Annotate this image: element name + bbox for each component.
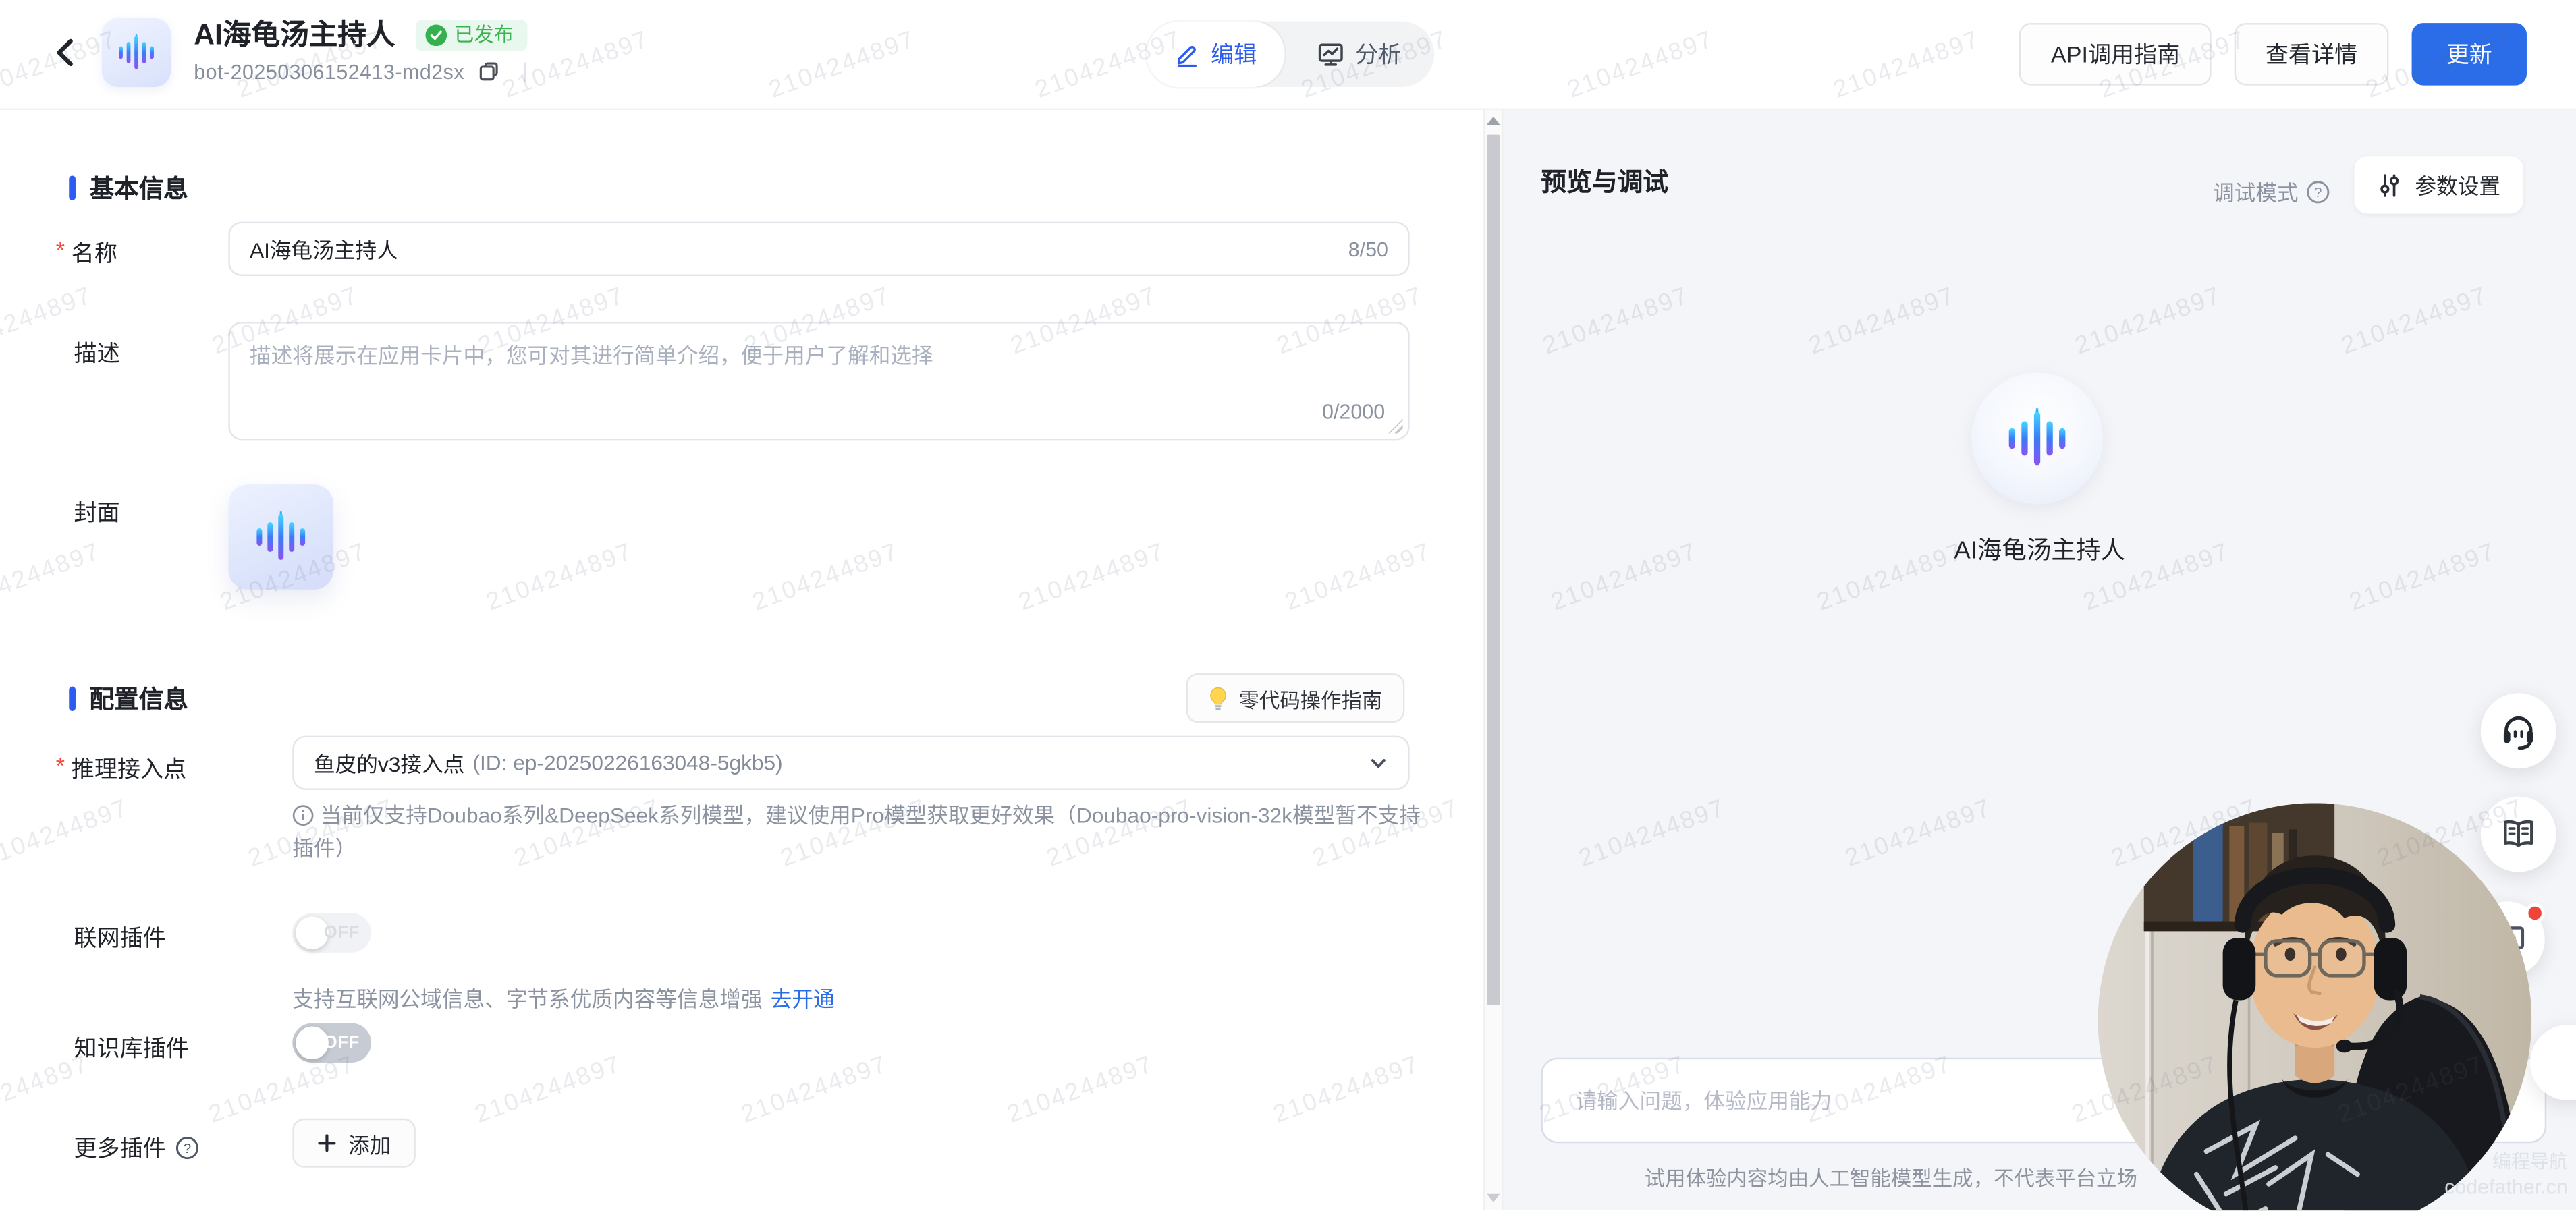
web-plugin-toggle[interactable]: OFF: [292, 913, 371, 952]
section-config-title: 配置信息: [90, 681, 188, 716]
required-asterisk: *: [56, 237, 65, 263]
kb-plugin-toggle[interactable]: OFF: [292, 1023, 371, 1063]
sliders-icon: [2377, 171, 2402, 198]
plus-icon: [317, 1133, 337, 1153]
header: AI海龟汤主持人 已发布 bot-20250306152413-md2sx: [0, 0, 2576, 110]
name-input[interactable]: [250, 237, 1348, 262]
bot-id: bot-20250306152413-md2sx: [194, 60, 464, 83]
divider: [524, 61, 525, 81]
name-label: * 名称: [56, 237, 117, 270]
debug-mode: 调试模式 ?: [2213, 175, 2330, 206]
activate-link[interactable]: 去开通: [771, 987, 835, 1012]
endpoint-select[interactable]: 鱼皮的v3接入点 (ID: ep-20250226163048-5gkb5): [292, 736, 1409, 790]
question-circle-icon[interactable]: ?: [2307, 180, 2330, 203]
waveform-icon: [2002, 404, 2071, 473]
notification-dot: [2525, 903, 2545, 923]
name-counter: 8/50: [1348, 237, 1388, 260]
toggle-state: OFF: [324, 913, 360, 952]
app-avatar: [102, 18, 171, 87]
status-badge: 已发布: [415, 19, 527, 50]
nocode-guide-button[interactable]: 零代码操作指南: [1186, 673, 1404, 723]
title-block: AI海龟汤主持人 已发布 bot-20250306152413-md2sx: [194, 15, 526, 84]
web-plugin-hint: 支持互联网公域信息、字节系优质内容等信息增强去开通: [292, 982, 834, 1013]
view-details-button[interactable]: 查看详情: [2235, 23, 2389, 86]
scrollbar[interactable]: [1483, 109, 1503, 1211]
book-icon: [2499, 814, 2538, 853]
status-badge-label: 已发布: [454, 24, 514, 45]
add-plugin-label: 添加: [348, 1127, 391, 1158]
tab-edit[interactable]: 编辑: [1147, 22, 1284, 87]
description-field: 0/2000: [228, 322, 1409, 440]
svg-text:?: ?: [2314, 184, 2322, 200]
more-plugins-label: 更多插件 ?: [74, 1131, 199, 1164]
toggle-state: OFF: [324, 1023, 360, 1063]
headset-icon: [2499, 711, 2538, 750]
section-basic-info-title: 基本信息: [90, 171, 188, 205]
tab-analysis[interactable]: 分析: [1285, 22, 1435, 87]
cover-label: 封面: [74, 496, 120, 529]
info-icon: [292, 803, 320, 828]
api-guide-button[interactable]: API调用指南: [2020, 23, 2212, 86]
add-plugin-button[interactable]: 添加: [292, 1119, 416, 1168]
endpoint-id: (ID: ep-20250226163048-5gkb5): [472, 750, 782, 775]
name-field: 8/50: [228, 222, 1409, 276]
copy-icon: [478, 61, 499, 82]
nocode-guide-label: 零代码操作指南: [1238, 682, 1382, 713]
cover-image[interactable]: [228, 484, 333, 590]
web-plugin-label: 联网插件: [74, 922, 166, 955]
copy-bot-id-button[interactable]: [476, 59, 501, 84]
lightbulb-icon: [1207, 685, 1229, 710]
params-settings-button[interactable]: 参数设置: [2354, 156, 2523, 213]
question-circle-icon[interactable]: ?: [175, 1137, 198, 1160]
page-title: AI海龟汤主持人: [194, 15, 395, 54]
app-window: AI海龟汤主持人 已发布 bot-20250306152413-md2sx: [0, 0, 2576, 1211]
pencil-icon: [1175, 42, 1200, 67]
docs-fab[interactable]: [2481, 797, 2556, 872]
endpoint-value: 鱼皮的v3接入点: [314, 748, 464, 779]
endpoint-label: * 推理接入点: [56, 752, 186, 785]
edit-form-panel: 基本信息 * 名称 8/50 描述 0/2000 封面: [0, 109, 1483, 1211]
tab-group: 编辑 分析: [1147, 22, 1434, 87]
waveform-icon: [115, 31, 157, 74]
description-counter: 0/2000: [1322, 401, 1385, 424]
tab-edit-label: 编辑: [1211, 38, 1257, 71]
description-textarea[interactable]: [230, 324, 1408, 439]
section-bar: [69, 687, 75, 712]
required-asterisk: *: [56, 752, 65, 779]
svg-text:?: ?: [184, 1141, 192, 1156]
check-circle-icon: [424, 24, 446, 45]
support-fab[interactable]: [2481, 693, 2556, 768]
header-actions: API调用指南 查看详情 更新: [2020, 23, 2527, 86]
scroll-up-arrow[interactable]: [1487, 117, 1500, 125]
disclaimer: 试用体验内容均由人工智能模型生成，不代表平台立场: [1541, 1161, 2241, 1192]
scroll-down-arrow[interactable]: [1487, 1195, 1500, 1203]
update-button[interactable]: 更新: [2412, 23, 2527, 86]
preview-title: 预览与调试: [1541, 163, 1668, 199]
section-bar: [69, 175, 75, 200]
section-basic-info: 基本信息: [69, 171, 188, 205]
chevron-down-icon: [1369, 753, 1388, 772]
chevron-left-icon: [53, 37, 76, 72]
bot-avatar: [1971, 373, 2103, 505]
back-button[interactable]: [43, 33, 85, 76]
scrollbar-thumb[interactable]: [1487, 135, 1500, 1005]
bot-name: AI海龟汤主持人: [1503, 532, 2576, 567]
description-label: 描述: [74, 337, 120, 370]
waveform-icon: [251, 507, 310, 567]
section-config: 配置信息: [69, 681, 188, 716]
endpoint-hint: 当前仅支持Doubao系列&DeepSeek系列模型，建议使用Pro模型获取更好…: [292, 800, 1426, 864]
kb-plugin-label: 知识库插件: [74, 1032, 189, 1065]
params-settings-label: 参数设置: [2415, 169, 2500, 200]
tab-analysis-label: 分析: [1355, 38, 1401, 71]
monitor-chart-icon: [1317, 41, 1344, 67]
